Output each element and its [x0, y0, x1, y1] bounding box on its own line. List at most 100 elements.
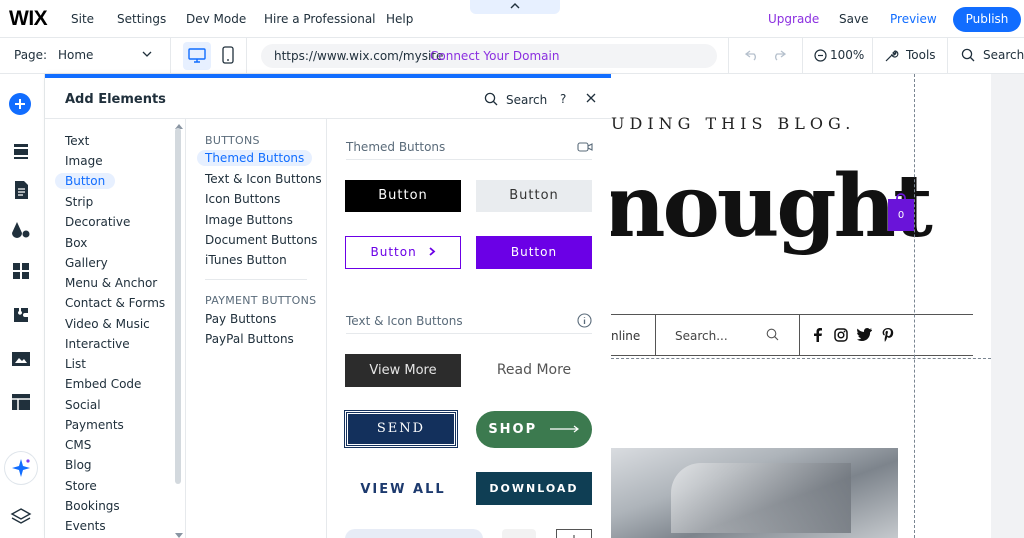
redo-icon[interactable]: [772, 49, 786, 61]
category-text[interactable]: Text: [65, 134, 89, 148]
sub-itunes-button[interactable]: iTunes Button: [205, 253, 287, 267]
design-icon[interactable]: [8, 217, 34, 243]
instagram-icon[interactable]: [834, 328, 848, 342]
twitter-icon[interactable]: [857, 328, 872, 341]
partial-button-3[interactable]: [556, 529, 592, 538]
menu-site[interactable]: Site: [71, 12, 94, 26]
shop-button-label: SHOP: [488, 422, 538, 437]
video-tutorial-icon[interactable]: [577, 141, 593, 153]
category-gallery[interactable]: Gallery: [65, 256, 108, 270]
view-more-button[interactable]: View More: [345, 354, 461, 387]
close-icon[interactable]: [586, 93, 596, 103]
category-blog[interactable]: Blog: [65, 458, 92, 472]
info-icon[interactable]: [577, 313, 592, 328]
category-image[interactable]: Image: [65, 154, 103, 168]
business-apps-icon[interactable]: [8, 302, 34, 328]
add-section-icon[interactable]: [8, 138, 34, 164]
shop-button[interactable]: SHOP: [476, 411, 592, 448]
divider: [346, 333, 592, 334]
pages-icon[interactable]: [8, 177, 34, 203]
read-more-button[interactable]: Read More: [476, 354, 592, 387]
chevron-down-icon[interactable]: [142, 51, 152, 58]
sub-pay-buttons[interactable]: Pay Buttons: [205, 312, 276, 326]
preview-button[interactable]: Preview: [890, 12, 937, 26]
zoom-out-icon[interactable]: [814, 49, 827, 62]
category-strip[interactable]: Strip: [65, 195, 93, 209]
tools-button[interactable]: Tools: [906, 48, 936, 62]
site-canvas[interactable]: UDING THIS BLOG. nought 0 nline Search..…: [611, 74, 991, 538]
cms-icon[interactable]: [8, 389, 34, 415]
site-search-input[interactable]: Search...: [675, 329, 728, 343]
themed-button-black[interactable]: Button: [345, 180, 461, 212]
category-menu-anchor[interactable]: Menu & Anchor: [65, 276, 157, 290]
category-decorative[interactable]: Decorative: [65, 215, 130, 229]
category-button[interactable]: Button: [55, 173, 116, 189]
category-social[interactable]: Social: [65, 398, 101, 412]
layers-icon[interactable]: [8, 504, 34, 530]
category-events[interactable]: Events: [65, 519, 106, 533]
apps-icon[interactable]: [8, 258, 34, 284]
wix-logo[interactable]: WIX: [9, 7, 48, 31]
panel-search-button[interactable]: Search: [506, 93, 547, 107]
category-video-music[interactable]: Video & Music: [65, 317, 150, 331]
menu-dev-mode[interactable]: Dev Mode: [186, 12, 246, 26]
media-icon[interactable]: [8, 346, 34, 372]
search-icon[interactable]: [766, 328, 779, 341]
add-elements-button[interactable]: [9, 93, 31, 115]
publish-button[interactable]: Publish: [953, 7, 1021, 32]
scroll-down-icon[interactable]: [175, 533, 183, 538]
facebook-icon[interactable]: [812, 328, 824, 342]
send-button[interactable]: SEND: [345, 411, 457, 447]
partial-button-2[interactable]: [502, 529, 536, 538]
sub-paypal-buttons[interactable]: PayPal Buttons: [205, 332, 294, 346]
sub-image-buttons[interactable]: Image Buttons: [205, 213, 293, 227]
category-store[interactable]: Store: [65, 479, 97, 493]
cart-button[interactable]: 0: [888, 193, 914, 231]
category-interactive[interactable]: Interactive: [65, 337, 130, 351]
ai-assistant-button[interactable]: [5, 452, 37, 484]
category-cms[interactable]: CMS: [65, 438, 91, 452]
divider: [170, 38, 171, 74]
category-scrollbar[interactable]: [175, 128, 181, 484]
download-button[interactable]: DOWNLOAD: [476, 472, 592, 505]
sub-themed-buttons[interactable]: Themed Buttons: [197, 150, 313, 166]
partial-button-1[interactable]: [345, 529, 483, 538]
connect-domain-link[interactable]: Connect Your Domain: [430, 49, 559, 63]
category-bookings[interactable]: Bookings: [65, 499, 120, 513]
search-button[interactable]: Search: [983, 48, 1024, 62]
divider: [185, 119, 186, 538]
upgrade-link[interactable]: Upgrade: [768, 12, 819, 26]
sub-icon-buttons[interactable]: Icon Buttons: [205, 192, 280, 206]
sub-text-icon-buttons[interactable]: Text & Icon Buttons: [205, 172, 322, 186]
category-list[interactable]: List: [65, 357, 86, 371]
divider: [611, 314, 973, 315]
themed-button-light[interactable]: Button: [476, 180, 592, 212]
themed-button-purple[interactable]: Button: [476, 236, 592, 269]
menu-hire-professional[interactable]: Hire a Professional: [264, 12, 376, 26]
page-selector[interactable]: Home: [58, 48, 93, 62]
category-payments[interactable]: Payments: [65, 418, 124, 432]
view-all-button[interactable]: VIEW ALL: [345, 473, 461, 506]
menu-settings[interactable]: Settings: [117, 12, 166, 26]
help-button[interactable]: ?: [560, 92, 566, 106]
search-icon[interactable]: [484, 92, 498, 106]
buttons-heading: BUTTONS: [205, 134, 260, 147]
search-icon[interactable]: [961, 48, 975, 62]
collapse-toolbar-tab[interactable]: [470, 0, 560, 14]
pinterest-icon[interactable]: [882, 328, 894, 342]
mobile-icon[interactable]: [222, 46, 234, 64]
desktop-view-button[interactable]: [183, 42, 211, 70]
nav-item-online[interactable]: nline: [611, 329, 640, 343]
site-photo[interactable]: [611, 448, 898, 538]
category-box[interactable]: Box: [65, 236, 87, 250]
zoom-level[interactable]: 100%: [830, 48, 864, 62]
category-embed-code[interactable]: Embed Code: [65, 377, 141, 391]
site-url-bar: https://www.wix.com/mysite Connect Your …: [261, 44, 717, 68]
tools-icon[interactable]: [884, 48, 899, 63]
save-button[interactable]: Save: [839, 12, 868, 26]
category-contact-forms[interactable]: Contact & Forms: [65, 296, 165, 310]
sub-document-buttons[interactable]: Document Buttons: [205, 233, 317, 247]
menu-help[interactable]: Help: [386, 12, 413, 26]
undo-icon[interactable]: [745, 49, 759, 61]
themed-button-outline[interactable]: Button: [345, 236, 461, 269]
